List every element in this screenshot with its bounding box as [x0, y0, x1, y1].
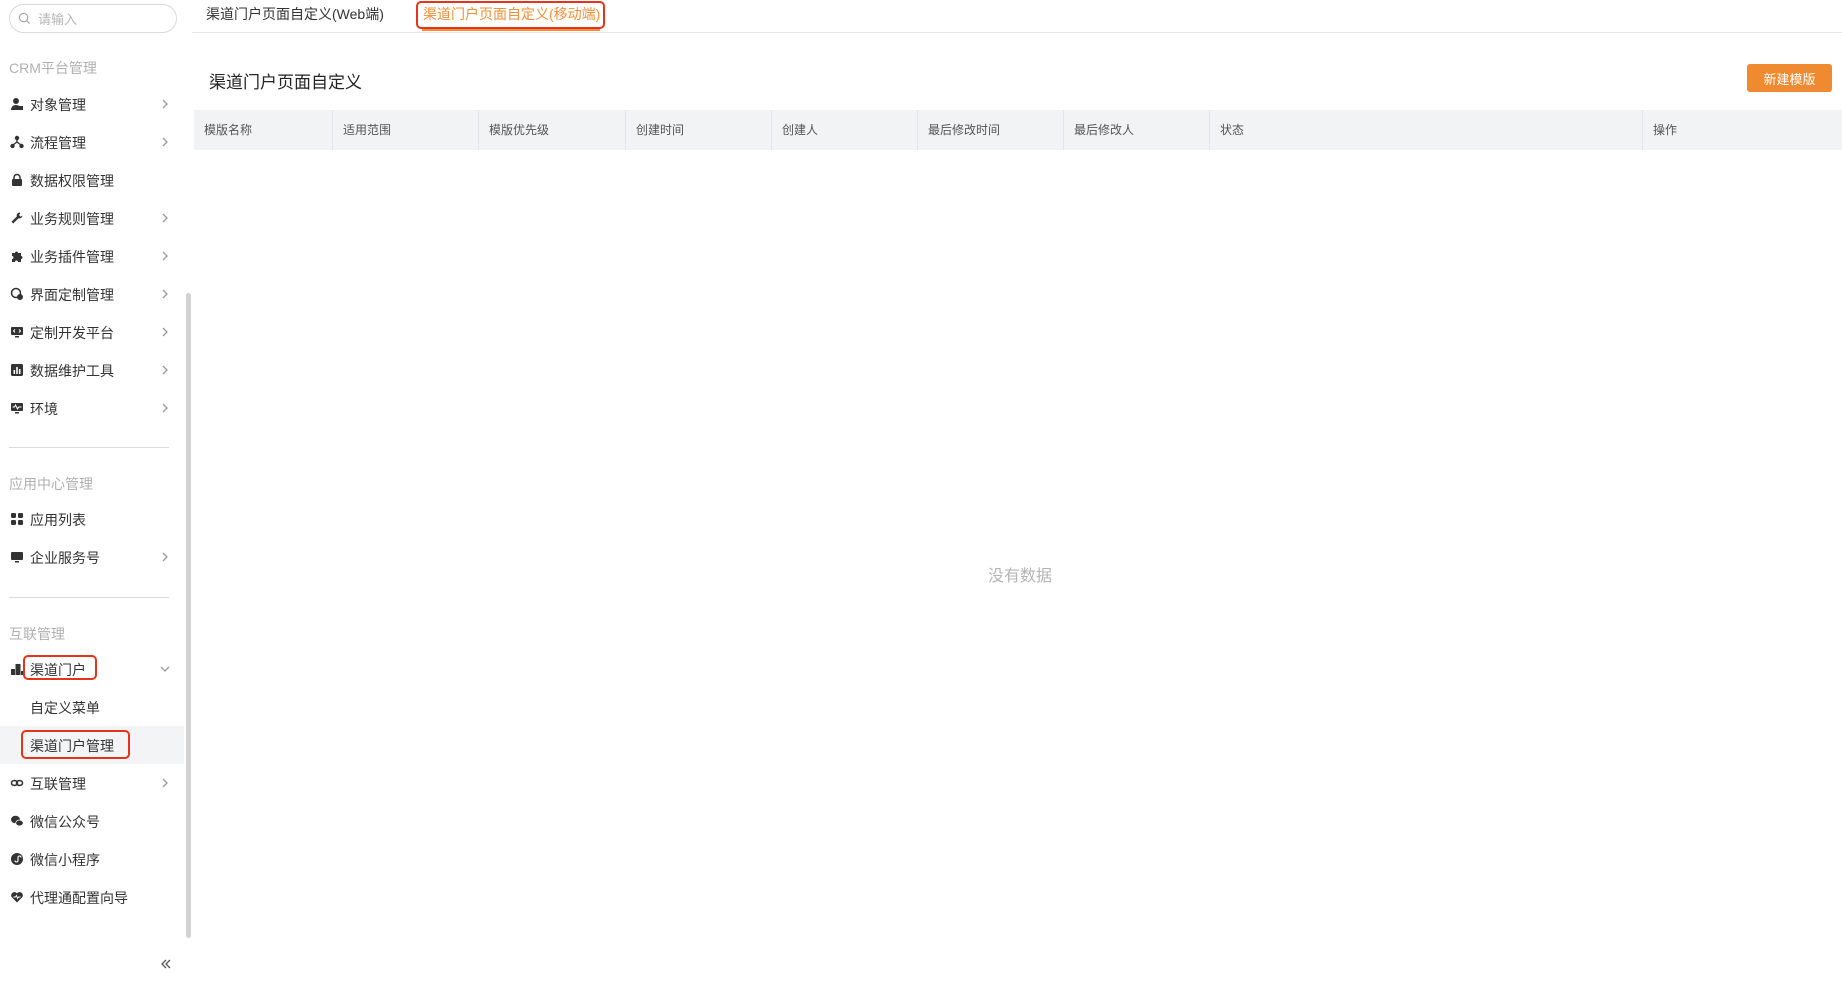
empty-state-text: 没有数据 — [988, 568, 1053, 585]
sidebar-item-environment[interactable]: 环境 — [0, 389, 184, 427]
sidebar-subitem-channel-portal-management[interactable]: 渠道门户管理 — [0, 726, 184, 764]
chart-icon — [9, 363, 24, 377]
column-header-status[interactable]: 状态 — [1209, 110, 1642, 150]
column-header-priority[interactable]: 模版优先级 — [478, 110, 625, 150]
sidebar: CRM平台管理 对象管理 流程管理 数据权限管理 — [0, 0, 192, 986]
app-root: CRM平台管理 对象管理 流程管理 数据权限管理 — [0, 0, 1842, 986]
sidebar-item-label: 渠道门户 — [30, 662, 86, 678]
wechat-icon — [9, 814, 24, 828]
tab-web[interactable]: 渠道门户页面自定义(Web端) — [206, 4, 384, 24]
search-box[interactable] — [9, 4, 177, 33]
section-title-crm: CRM平台管理 — [9, 60, 97, 76]
sidebar-divider — [9, 447, 169, 448]
column-header-actions: 操作 — [1642, 110, 1842, 150]
chevron-right-icon — [162, 403, 168, 413]
new-template-button[interactable]: 新建模版 — [1747, 64, 1832, 92]
sidebar-item-label: 界面定制管理 — [30, 287, 114, 303]
palette-icon — [9, 287, 24, 301]
sidebar-item-label: 渠道门户管理 — [30, 738, 114, 754]
sidebar-item-label: 对象管理 — [30, 97, 86, 113]
heart-icon — [9, 890, 24, 904]
collapse-sidebar-icon[interactable] — [158, 956, 174, 972]
sidebar-item-data-maintenance[interactable]: 数据维护工具 — [0, 351, 184, 389]
sidebar-item-label: 环境 — [30, 401, 58, 417]
sidebar-item-label: 微信公众号 — [30, 814, 100, 830]
column-header-created-time[interactable]: 创建时间 — [625, 110, 771, 150]
sidebar-item-label: 业务插件管理 — [30, 249, 114, 265]
chevron-down-icon — [160, 666, 170, 672]
sidebar-item-object-management[interactable]: 对象管理 — [0, 85, 184, 123]
chevron-right-icon — [162, 251, 168, 261]
sidebar-item-agent-config-wizard[interactable]: 代理通配置向导 — [0, 878, 184, 916]
sidebar-item-label: 定制开发平台 — [30, 325, 114, 341]
monitor-code-icon — [9, 325, 24, 339]
chevron-right-icon — [162, 365, 168, 375]
column-header-last-modified-time[interactable]: 最后修改时间 — [917, 110, 1063, 150]
flow-icon — [9, 135, 24, 149]
sidebar-item-data-permission[interactable]: 数据权限管理 — [0, 161, 184, 199]
tab-mobile[interactable]: 渠道门户页面自定义(移动端) — [423, 4, 600, 24]
sidebar-item-label: 应用列表 — [30, 512, 86, 528]
building-icon — [9, 662, 24, 676]
sidebar-subitem-custom-menu[interactable]: 自定义菜单 — [0, 688, 184, 726]
tab-bar: 渠道门户页面自定义(Web端) 渠道门户页面自定义(移动端) — [192, 0, 1842, 33]
chevron-right-icon — [162, 137, 168, 147]
sidebar-item-label: 企业服务号 — [30, 550, 100, 566]
chevron-right-icon — [162, 778, 168, 788]
link-icon — [9, 776, 24, 790]
miniprogram-icon — [9, 852, 24, 866]
sidebar-item-label: 数据权限管理 — [30, 173, 114, 189]
chevron-right-icon — [162, 213, 168, 223]
lock-icon — [9, 173, 24, 187]
page-title: 渠道门户页面自定义 — [209, 73, 362, 92]
sidebar-item-dev-platform[interactable]: 定制开发平台 — [0, 313, 184, 351]
column-header-scope[interactable]: 适用范围 — [332, 110, 478, 150]
sidebar-item-label: 自定义菜单 — [30, 700, 100, 716]
column-header-last-modifier[interactable]: 最后修改人 — [1063, 110, 1209, 150]
apps-grid-icon — [9, 512, 24, 526]
section-title-interconnect: 互联管理 — [9, 626, 65, 642]
sidebar-item-wechat-official[interactable]: 微信公众号 — [0, 802, 184, 840]
sidebar-item-app-list[interactable]: 应用列表 — [0, 500, 184, 538]
sidebar-item-ui-customization[interactable]: 界面定制管理 — [0, 275, 184, 313]
section-title-app-center: 应用中心管理 — [9, 476, 93, 492]
sidebar-item-enterprise-service[interactable]: 企业服务号 — [0, 538, 184, 576]
sidebar-item-label: 互联管理 — [30, 776, 86, 792]
user-icon — [9, 97, 24, 111]
monitor-pulse-icon — [9, 401, 24, 415]
sidebar-item-business-rules[interactable]: 业务规则管理 — [0, 199, 184, 237]
chevron-right-icon — [162, 552, 168, 562]
puzzle-icon — [9, 249, 24, 263]
search-icon — [18, 12, 31, 25]
column-header-template-name[interactable]: 模版名称 — [194, 110, 332, 150]
sidebar-item-label: 业务规则管理 — [30, 211, 114, 227]
active-tab-indicator — [422, 29, 600, 31]
search-input[interactable] — [38, 9, 170, 29]
sidebar-item-channel-portal[interactable]: 渠道门户 — [0, 650, 184, 688]
sidebar-item-wechat-miniprogram[interactable]: 微信小程序 — [0, 840, 184, 878]
sidebar-item-label: 微信小程序 — [30, 852, 100, 868]
sidebar-item-business-plugins[interactable]: 业务插件管理 — [0, 237, 184, 275]
sidebar-item-label: 流程管理 — [30, 135, 86, 151]
table-header: 模版名称 适用范围 模版优先级 创建时间 创建人 最后修改时间 最后修改人 状态… — [194, 110, 1842, 150]
sidebar-item-interconnect-management[interactable]: 互联管理 — [0, 764, 184, 802]
sidebar-divider — [9, 597, 169, 598]
main-content: 渠道门户页面自定义(Web端) 渠道门户页面自定义(移动端) 渠道门户页面自定义… — [192, 0, 1842, 986]
monitor-icon — [9, 550, 24, 564]
chevron-right-icon — [162, 327, 168, 337]
sidebar-item-process-management[interactable]: 流程管理 — [0, 123, 184, 161]
sidebar-scrollbar[interactable] — [186, 293, 191, 938]
column-header-creator[interactable]: 创建人 — [771, 110, 917, 150]
wrench-icon — [9, 211, 24, 225]
sidebar-item-label: 代理通配置向导 — [30, 890, 128, 906]
chevron-right-icon — [162, 289, 168, 299]
sidebar-item-label: 数据维护工具 — [30, 363, 114, 379]
chevron-right-icon — [162, 99, 168, 109]
